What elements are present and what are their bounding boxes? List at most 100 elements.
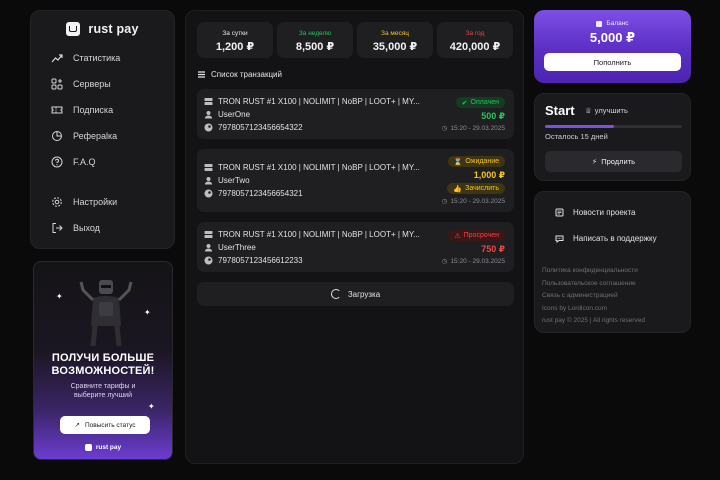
clock-icon: ◷	[441, 198, 448, 205]
cart-icon	[84, 444, 92, 451]
steam-icon	[204, 256, 213, 265]
stat-year: За год 420,000 ₽	[437, 22, 513, 58]
alert-icon: ⚠	[454, 232, 461, 240]
stat-value: 1,200 ₽	[215, 41, 255, 53]
server-icon	[204, 164, 213, 171]
status-badge: ⚠ Просрочен	[448, 230, 505, 241]
extend-button[interactable]: ⚡ Продлить	[545, 151, 682, 172]
sidebar-item-settings[interactable]: Настройки	[51, 196, 117, 208]
brand-logo[interactable]: rust pay	[31, 11, 174, 39]
status-badge: ⌛ Ожидание	[447, 156, 505, 167]
transaction-user: UserThree	[218, 243, 256, 252]
transaction-user: UserTwo	[218, 176, 250, 185]
clock-icon: ◷	[441, 258, 448, 265]
transaction-title: TRON RUST #1 X100 | NOLIMIT | NoBP | LOO…	[218, 97, 420, 106]
character-illustration	[79, 280, 133, 346]
main-panel: За сутки 1,200 ₽ За неделю 8,500 ₽ За ме…	[185, 10, 524, 464]
transaction-user: UserOne	[218, 110, 251, 119]
stat-month: За месяц 35,000 ₽	[357, 22, 433, 58]
top-up-button[interactable]: Пополнить	[544, 53, 681, 71]
arrow-up-right-icon: ↗	[74, 422, 80, 429]
transactions-title: Список транзакций	[197, 70, 282, 79]
credit-button[interactable]: 👍 Зачислить	[447, 183, 505, 194]
newspaper-icon	[555, 208, 564, 217]
sidebar-item-label: Статистика	[73, 53, 121, 63]
news-link[interactable]: Новости проекта	[555, 208, 635, 217]
transaction-amount: 1,000 ₽	[473, 170, 505, 180]
check-circle-icon: ✔	[461, 99, 468, 107]
sidebar: rust pay Статистика Серверы Подписка Реф…	[30, 10, 175, 249]
user-icon	[204, 244, 213, 252]
balance-card: Баланс 5,000 ₽ Пополнить	[534, 10, 691, 83]
transaction-time: ◷ 15:20 - 29.03.2025	[441, 197, 505, 206]
sidebar-item-subscription[interactable]: Подписка	[51, 104, 113, 116]
load-more-button[interactable]: Загрузка	[197, 282, 514, 306]
transaction-id: 7978057123456654322	[218, 123, 303, 132]
sidebar-item-servers[interactable]: Серверы	[51, 78, 111, 90]
transaction-amount: 500 ₽	[481, 111, 505, 121]
chat-icon	[555, 235, 564, 243]
grid-plus-icon	[51, 78, 63, 90]
sidebar-item-referral[interactable]: Реферalка	[51, 130, 117, 142]
stat-label: За месяц	[381, 30, 409, 37]
stat-value: 35,000 ₽	[372, 41, 418, 53]
status-badge: ✔ Оплачен	[455, 97, 505, 108]
brand-name: rust pay	[88, 21, 139, 36]
promo-banner: ✦ ✦ ✦ ПОЛУЧИ БОЛЬШЕ ВОЗМОЖНОСТЕЙ! Сравни…	[33, 261, 173, 460]
upgrade-link[interactable]: ♕ улучшить	[585, 106, 628, 115]
lightning-icon: ⚡	[591, 157, 598, 166]
plan-remaining: Осталось 15 дней	[545, 132, 608, 141]
server-icon	[204, 231, 213, 238]
transaction-amount: 750 ₽	[481, 244, 505, 254]
sidebar-item-label: Серверы	[73, 79, 111, 89]
terms-link[interactable]: Пользовательское соглашение	[542, 280, 636, 287]
ticket-icon	[51, 106, 63, 114]
server-icon	[204, 98, 213, 105]
cart-icon	[66, 21, 81, 36]
hourglass-icon: ⌛	[453, 158, 463, 166]
upgrade-status-button[interactable]: ↗ Повысить статус	[60, 416, 150, 434]
plan-progress	[545, 125, 682, 128]
copyright: rust pay © 2025 | All rights reserved	[542, 317, 645, 324]
transaction-time: ◷ 15:20 - 29.03.2025	[441, 257, 505, 266]
sparkle-icon: ✦	[144, 308, 151, 317]
transaction-card[interactable]: TRON RUST #1 X100 | NOLIMIT | NoBP | LOO…	[197, 89, 514, 139]
promo-title: ПОЛУЧИ БОЛЬШЕ ВОЗМОЖНОСТЕЙ!	[51, 352, 155, 377]
chart-line-icon	[51, 54, 63, 63]
pie-chart-icon	[52, 131, 62, 141]
icons-credit[interactable]: Icons by Lordicon.com	[542, 305, 607, 312]
gear-icon	[52, 197, 62, 207]
user-icon	[204, 111, 213, 119]
sparkle-icon: ✦	[56, 292, 63, 301]
clock-icon: ◷	[441, 125, 448, 132]
support-link[interactable]: Написать в поддержку	[555, 234, 657, 243]
logout-icon	[52, 223, 63, 233]
user-icon	[204, 177, 213, 185]
thumbs-up-icon: 👍	[453, 185, 463, 193]
balance-value: 5,000 ₽	[589, 30, 636, 45]
steam-icon	[204, 189, 213, 198]
sidebar-item-faq[interactable]: F.A.Q	[51, 156, 96, 168]
links-card: Новости проекта Написать в поддержку Пол…	[534, 191, 691, 333]
steam-icon	[204, 123, 213, 132]
contact-link[interactable]: Связь с администрацией	[542, 292, 618, 299]
sidebar-item-label: F.A.Q	[73, 157, 96, 167]
question-icon	[51, 156, 63, 168]
sidebar-item-label: Подписка	[73, 105, 114, 115]
sidebar-item-stats[interactable]: Статистика	[51, 52, 120, 64]
privacy-link[interactable]: Политика конфиденциальности	[542, 267, 638, 274]
wallet-icon	[596, 20, 603, 27]
transaction-card[interactable]: TRON RUST #1 X100 | NOLIMIT | NoBP | LOO…	[197, 222, 514, 272]
plan-progress-fill	[545, 125, 614, 128]
sidebar-item-label: Реферalка	[73, 131, 118, 141]
plan-card: Start ♕ улучшить Осталось 15 дней ⚡ Прод…	[534, 93, 691, 181]
transaction-card[interactable]: TRON RUST #1 X100 | NOLIMIT | NoBP | LOO…	[197, 149, 514, 212]
transaction-title: TRON RUST #1 X100 | NOLIMIT | NoBP | LOO…	[218, 230, 420, 239]
stat-week: За неделю 8,500 ₽	[277, 22, 353, 58]
stat-day: За сутки 1,200 ₽	[197, 22, 273, 58]
stat-label: За неделю	[298, 30, 332, 37]
transaction-title: TRON RUST #1 X100 | NOLIMIT | NoBP | LOO…	[218, 163, 420, 172]
transaction-time: ◷ 15:20 - 29.03.2025	[441, 124, 505, 133]
sidebar-item-logout[interactable]: Выход	[51, 222, 100, 234]
promo-subtitle: Сравните тарифы и выберите лучший	[70, 383, 136, 399]
